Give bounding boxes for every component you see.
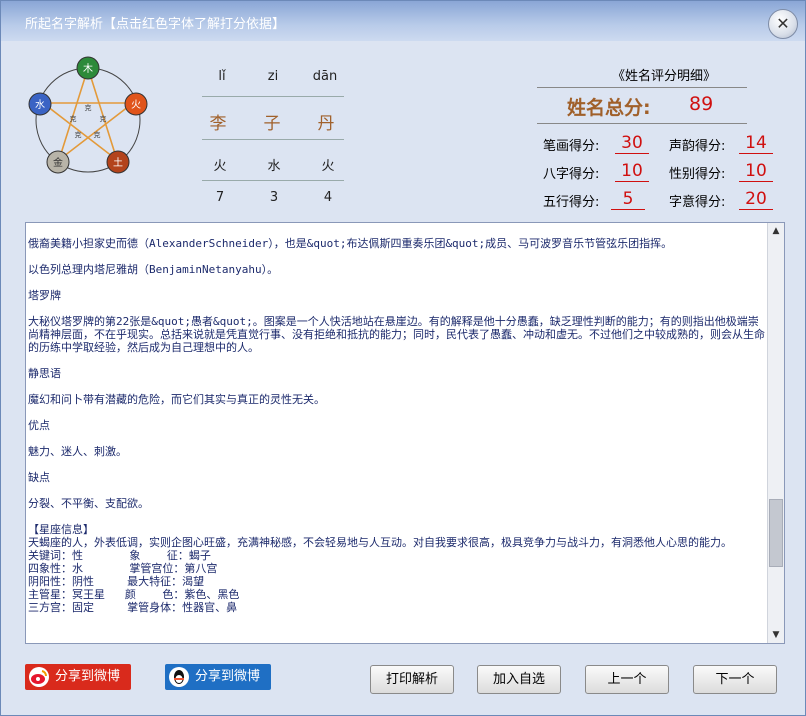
analysis-line: [28, 302, 766, 315]
print-analysis-button[interactable]: 打印解析: [370, 665, 454, 694]
score-detail-title: 《姓名评分明细》: [611, 69, 716, 84]
title-bar: 所起名字解析【点击红色字体了解打分依据】 ✕: [1, 1, 805, 41]
analysis-line: 三方宫：固定 掌管身体：性器官、鼻: [28, 601, 238, 614]
analysis-line: 魔幻和问卜带有潜藏的危险，而它们其实与真正的灵性无关。: [28, 393, 325, 406]
analysis-line: 优点: [28, 419, 50, 432]
previous-button[interactable]: 上一个: [585, 665, 669, 694]
stroke-count-3: 4: [323, 190, 333, 205]
analysis-line: 塔罗牌: [28, 289, 61, 302]
name-summary-panel: 木 火 土 金 水 克 克 克 克 克 lǐ zi dān 李 子 丹 火 水 …: [17, 45, 789, 215]
add-to-favorites-button[interactable]: 加入自选: [477, 665, 561, 694]
restraint-label-4: 克: [75, 131, 82, 139]
restraint-label-2: 克: [100, 115, 107, 123]
element-1: 火: [213, 159, 227, 174]
divider: [202, 139, 344, 140]
analysis-line: [28, 354, 766, 367]
analysis-line: [28, 276, 766, 289]
analysis-line: 【星座信息】: [28, 523, 94, 536]
analysis-text: 俄裔美籍小担家史而德（AlexanderSchneider），也是&quot;布…: [28, 237, 766, 614]
element-2: 水: [267, 159, 281, 174]
pinyin-2: zi: [267, 69, 279, 84]
bazi-score-label: 八字得分:: [543, 167, 600, 182]
stroke-count-2: 3: [269, 190, 279, 205]
analysis-line: [28, 510, 766, 523]
divider: [537, 87, 747, 88]
analysis-line: 分裂、不平衡、支配欲。: [28, 497, 149, 510]
meaning-score-value[interactable]: 20: [739, 189, 773, 210]
divider: [202, 96, 344, 97]
analysis-line: 关键词：性 象 征：蝎子: [28, 549, 211, 562]
analysis-line: 以色列总理内塔尼雅胡（BenjaminNetanyahu）。: [28, 263, 279, 276]
bazi-score-value[interactable]: 10: [615, 161, 649, 182]
wuxing-score-value[interactable]: 5: [611, 189, 645, 210]
restraint-label-3: 克: [94, 131, 101, 139]
qq-icon: [169, 667, 189, 687]
stroke-count-1: 7: [215, 190, 225, 205]
name-char-2: 子: [263, 114, 281, 134]
vertical-scrollbar[interactable]: ▲ ▼: [767, 223, 784, 643]
total-score-value: 89: [689, 93, 714, 115]
stroke-score-value[interactable]: 30: [615, 133, 649, 154]
share-weibo-label: 分享到微博: [55, 669, 121, 684]
close-button[interactable]: ✕: [768, 9, 798, 39]
gender-score-label: 性别得分:: [669, 167, 726, 182]
element-label-water: 水: [35, 99, 45, 111]
analysis-line: [28, 380, 766, 393]
name-char-1: 李: [209, 114, 227, 134]
divider: [537, 123, 747, 124]
meaning-score-label: 字意得分:: [669, 195, 726, 210]
rhyme-score-value[interactable]: 14: [739, 133, 773, 154]
analysis-line: 天蝎座的人，外表低调，实则企图心旺盛，充满神秘感，不会轻易地与人互动。对自我要求…: [28, 536, 732, 549]
scroll-up-arrow-icon[interactable]: ▲: [768, 223, 784, 239]
gender-score-value[interactable]: 10: [739, 161, 773, 182]
analysis-line: 缺点: [28, 471, 50, 484]
analysis-line: 大秘仪塔罗牌的第22张是&quot;愚者&quot;。图案是一个人快活地站在悬崖…: [28, 315, 765, 354]
element-label-metal: 金: [53, 156, 63, 169]
analysis-line: [28, 458, 766, 471]
analysis-text-area[interactable]: 俄裔美籍小担家史而德（AlexanderSchneider），也是&quot;布…: [25, 222, 785, 644]
scroll-thumb[interactable]: [769, 499, 783, 567]
analysis-line: 四象性：水 掌管宫位：第八宫: [28, 562, 218, 575]
analysis-line: 静思语: [28, 367, 61, 380]
total-score-label: 姓名总分:: [567, 97, 651, 119]
share-weibo-button[interactable]: 分享到微博: [25, 664, 131, 690]
share-qq-button[interactable]: 分享到微博: [165, 664, 271, 690]
analysis-line: 俄裔美籍小担家史而德（AlexanderSchneider），也是&quot;布…: [28, 237, 673, 250]
element-label-fire: 火: [131, 99, 141, 111]
analysis-line: [28, 406, 766, 419]
weibo-icon: [29, 667, 49, 687]
analysis-line: 阴阳性：阴性 最大特征：渴望: [28, 575, 205, 588]
restraint-star: [40, 65, 136, 163]
window-title: 所起名字解析【点击红色字体了解打分依据】: [25, 17, 286, 32]
name-char-3: 丹: [317, 114, 335, 134]
wuxing-diagram: 木 火 土 金 水 克 克 克 克 克: [28, 56, 148, 174]
divider: [202, 180, 344, 181]
restraint-label-1: 克: [85, 104, 92, 112]
element-3: 火: [321, 159, 335, 174]
next-button[interactable]: 下一个: [693, 665, 777, 694]
analysis-line: 魅力、迷人、刺激。: [28, 445, 127, 458]
pinyin-3: dān: [312, 69, 338, 84]
analysis-line: [28, 484, 766, 497]
element-label-earth: 土: [113, 156, 123, 169]
analysis-line: [28, 250, 766, 263]
stroke-score-label: 笔画得分:: [543, 139, 600, 154]
rhyme-score-label: 声韵得分:: [669, 139, 726, 154]
restraint-label-5: 克: [70, 115, 77, 123]
wuxing-score-label: 五行得分:: [543, 195, 600, 210]
share-qq-label: 分享到微博: [195, 669, 261, 684]
element-label-wood: 木: [83, 63, 93, 75]
dialog-window: 所起名字解析【点击红色字体了解打分依据】 ✕ 木 火 土 金 水 克 克 克 克: [0, 0, 806, 716]
scroll-down-arrow-icon[interactable]: ▼: [768, 627, 784, 643]
analysis-line: 主管星：冥王星 颜 色：紫色、黑色: [28, 588, 240, 601]
analysis-line: [28, 432, 766, 445]
